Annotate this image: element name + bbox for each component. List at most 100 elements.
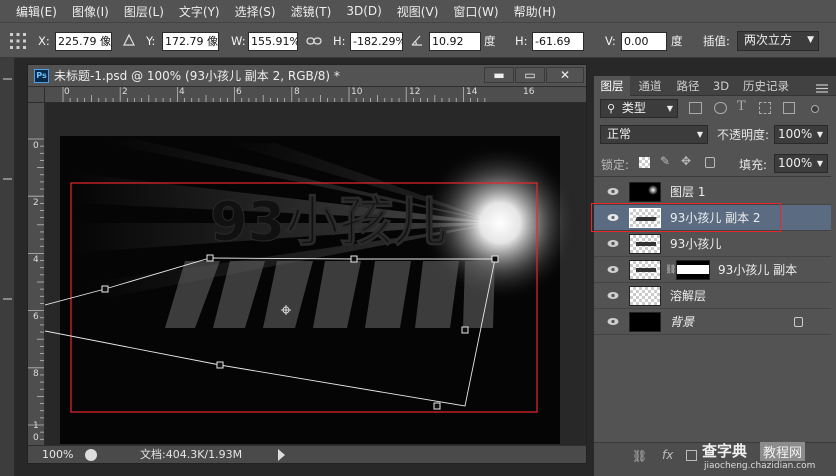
eye-icon[interactable] [607, 187, 619, 196]
layer-row[interactable]: 背景 [594, 309, 831, 335]
layer-thumbnail [629, 182, 661, 202]
fx-button[interactable]: fx [662, 448, 673, 462]
hruler-label: 0 [64, 87, 70, 97]
hruler-label: 8 [294, 87, 300, 97]
type-filter-icon[interactable]: T [737, 99, 746, 114]
w-label: W: [231, 34, 246, 48]
close-button[interactable]: ✕ [546, 67, 584, 83]
menu-window[interactable]: 窗口(W) [453, 3, 498, 20]
interpolation-label: 插值: [703, 34, 730, 48]
layer-mask-thumbnail [676, 260, 710, 280]
chevron-down-icon: ▼ [816, 159, 823, 168]
fill-field[interactable]: 100% ▼ [774, 154, 828, 173]
vruler-label: 0 [33, 433, 39, 443]
artwork: 93小孩儿 [45, 136, 580, 444]
shape-filter-icon[interactable] [759, 102, 771, 114]
eye-icon[interactable] [607, 291, 619, 300]
adjustment-filter-icon[interactable] [714, 102, 727, 114]
document-title-bar[interactable]: Ps 未标题-1.psd @ 100% (93小孩儿 副本 2, RGB/8) … [28, 65, 586, 87]
layer-thumbnail [629, 312, 661, 332]
vertical-ruler[interactable]: 0 2 4 6 8 1 0 [28, 103, 45, 445]
layer-row[interactable]: 93小孩儿 [594, 231, 831, 257]
menu-3d[interactable]: 3D(D) [346, 4, 381, 18]
document-size: 文档:404.3K/1.93M [140, 448, 243, 461]
vruler-label: 6 [33, 312, 39, 322]
lock-all-icon[interactable] [705, 157, 715, 168]
panel-menu-icon[interactable] [816, 82, 828, 93]
vskew-field[interactable]: 0.00 [621, 32, 667, 51]
tab-history[interactable]: 历史记录 [736, 76, 796, 96]
angle-unit: 度 [484, 34, 496, 48]
ruler-origin[interactable] [28, 87, 45, 103]
y-field[interactable]: 172.79 像素 [162, 32, 219, 51]
menu-edit[interactable]: 编辑(E) [16, 3, 57, 20]
tab-paths[interactable]: 路径 [670, 76, 706, 96]
eye-icon[interactable] [607, 317, 619, 326]
mask-link-icon[interactable]: ⛓ [665, 265, 676, 275]
tool-grip[interactable] [3, 298, 12, 300]
width-field[interactable]: 155.91% [248, 32, 298, 51]
eye-icon[interactable] [607, 239, 619, 248]
status-info-icon[interactable] [85, 449, 97, 461]
menu-layer[interactable]: 图层(L) [124, 3, 164, 20]
zoom-level[interactable]: 100% [42, 446, 73, 464]
menu-image[interactable]: 图像(I) [72, 3, 109, 20]
transform-handle[interactable] [433, 402, 441, 410]
transform-handle[interactable] [491, 255, 499, 263]
transform-handle[interactable] [216, 361, 224, 369]
blend-mode-select[interactable]: 正常 ▼ [600, 125, 708, 144]
watermark-subtitle: 教程网 [760, 442, 806, 461]
transform-handle[interactable] [461, 326, 469, 334]
maximize-button[interactable]: ▭ [515, 67, 545, 83]
link-icon[interactable] [306, 35, 322, 47]
tab-layers[interactable]: 图层 [594, 76, 630, 96]
transform-handle[interactable] [101, 285, 109, 293]
layer-filter-value: 类型 [621, 101, 646, 115]
fill-value: 100% [778, 156, 813, 170]
vruler-label: 1 [33, 421, 39, 431]
menu-view[interactable]: 视图(V) [397, 3, 439, 20]
status-menu-icon[interactable] [278, 449, 285, 461]
pixel-filter-icon[interactable] [689, 102, 702, 114]
menu-type[interactable]: 文字(Y) [179, 3, 220, 20]
thumb-glow [648, 185, 658, 195]
lock-paint-icon[interactable]: ✎ [660, 154, 670, 168]
horizontal-ruler[interactable]: 0 2 4 6 8 10 12 14 16 [45, 87, 586, 103]
menu-help[interactable]: 帮助(H) [514, 3, 556, 20]
tab-3d[interactable]: 3D [708, 76, 734, 96]
reference-point-icon[interactable] [8, 31, 28, 51]
layer-row[interactable]: ⛓ 93小孩儿 副本 [594, 257, 831, 283]
angle-field[interactable]: 10.92 [429, 32, 481, 51]
filter-toggle-icon[interactable] [811, 105, 819, 113]
tool-grip[interactable] [3, 178, 12, 180]
canvas-viewport[interactable]: 93小孩儿 [45, 103, 586, 445]
x-field[interactable]: 225.79 像素 [55, 32, 112, 51]
status-bar: 100% 文档:404.3K/1.93M [28, 445, 586, 463]
tab-channels[interactable]: 通道 [632, 76, 668, 96]
layer-name: 图层 1 [670, 185, 706, 199]
transform-handle[interactable] [350, 255, 358, 263]
lock-transparent-icon[interactable] [639, 157, 650, 168]
mask-white-band [677, 265, 709, 274]
transform-handle[interactable] [206, 254, 214, 262]
lock-move-icon[interactable]: ✥ [681, 154, 691, 168]
tools-panel [0, 58, 15, 476]
menu-filter[interactable]: 滤镜(T) [291, 3, 332, 20]
smart-object-filter-icon[interactable] [783, 102, 795, 114]
tool-grip[interactable] [3, 78, 12, 80]
opacity-field[interactable]: 100% ▼ [774, 125, 828, 144]
interpolation-select[interactable]: 两次立方 ▼ [737, 31, 819, 51]
layer-row[interactable]: 图层 1 [594, 179, 831, 205]
hskew-field[interactable]: -61.69 [532, 32, 584, 51]
search-icon: ⚲ [607, 102, 616, 115]
height-field[interactable]: -182.29% [350, 32, 403, 51]
layer-row[interactable]: 溶解层 [594, 283, 831, 309]
layer-filter-select[interactable]: ⚲ 类型 ▼ [600, 99, 678, 118]
minimize-button[interactable]: ▬ [484, 67, 514, 83]
fill-label: 填充: [739, 158, 768, 172]
chevron-down-icon: ▼ [807, 35, 814, 45]
link-layers-icon[interactable]: ⛓ [632, 449, 647, 463]
menu-select[interactable]: 选择(S) [235, 3, 276, 20]
eye-icon[interactable] [607, 265, 619, 274]
add-mask-icon[interactable] [686, 450, 697, 461]
